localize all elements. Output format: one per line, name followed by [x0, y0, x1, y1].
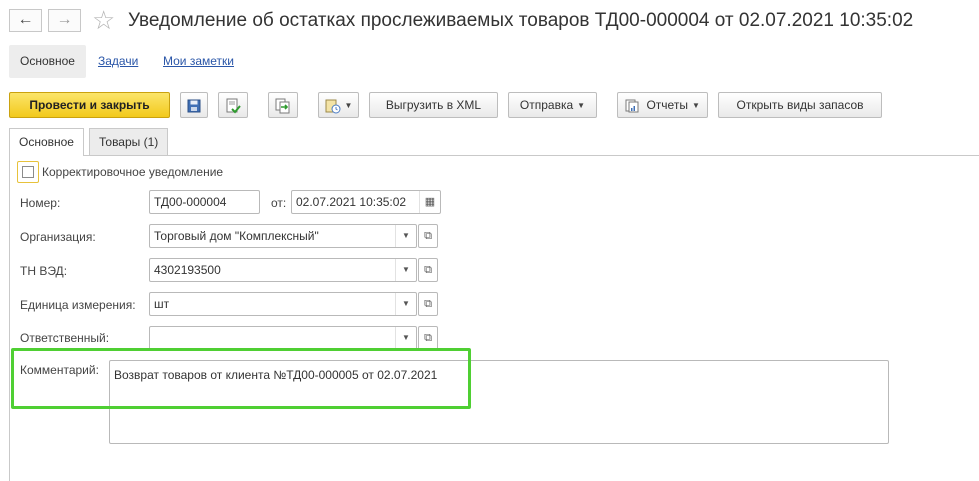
open-stock-types-button[interactable]: Открыть виды запасов: [718, 92, 882, 118]
forward-button[interactable]: →: [48, 9, 81, 32]
chevron-down-icon: ▼: [344, 100, 353, 110]
calendar-icon[interactable]: ▦: [419, 191, 440, 213]
star-icon[interactable]: ☆: [92, 6, 115, 34]
tnved-label: ТН ВЭД:: [20, 264, 68, 278]
chevron-down-icon[interactable]: ▼: [395, 293, 416, 315]
section-main[interactable]: Основное: [9, 45, 86, 78]
open-window-icon: ⧉: [424, 230, 432, 242]
open-organization-button[interactable]: ⧉: [418, 224, 438, 248]
post-document-icon: [226, 98, 241, 114]
back-button[interactable]: ←: [9, 9, 42, 32]
date-value: 02.07.2021 10:35:02: [296, 195, 407, 209]
documents-clock-icon: [325, 99, 341, 114]
tab-goods[interactable]: Товары (1): [89, 128, 169, 155]
organization-value: Торговый дом "Комплексный": [154, 229, 319, 243]
open-window-icon: ⧉: [424, 298, 432, 310]
tnved-value: 4302193500: [154, 263, 221, 277]
responsible-label: Ответственный:: [20, 331, 110, 345]
arrow-left-icon: ←: [17, 11, 34, 28]
chevron-down-icon: ▼: [691, 100, 700, 110]
unit-field[interactable]: шт ▼: [149, 292, 417, 316]
reports-label: Отчеты: [646, 98, 688, 112]
chevron-down-icon[interactable]: ▼: [395, 259, 416, 281]
corrective-checkbox[interactable]: [17, 161, 39, 183]
tab-main[interactable]: Основное: [9, 128, 84, 156]
create-based-on-button[interactable]: [268, 92, 298, 118]
report-icon: [625, 99, 639, 113]
organization-field[interactable]: Торговый дом "Комплексный" ▼: [149, 224, 417, 248]
panel-border: [9, 155, 10, 481]
tab-divider: [9, 155, 979, 156]
floppy-disk-icon: [187, 99, 201, 113]
page-title: Уведомление об остатках прослеживаемых т…: [128, 10, 914, 31]
arrow-right-icon: →: [56, 11, 73, 28]
unit-label: Единица измерения:: [20, 298, 136, 312]
date-field[interactable]: 02.07.2021 10:35:02 ▦: [291, 190, 441, 214]
date-label: от:: [271, 196, 287, 210]
send-label: Отправка: [519, 98, 574, 112]
number-label: Номер:: [20, 196, 61, 210]
tnved-field[interactable]: 4302193500 ▼: [149, 258, 417, 282]
save-button[interactable]: [180, 92, 208, 118]
comment-value: Возврат товаров от клиента №ТД00-000005 …: [114, 368, 438, 382]
section-tasks-link[interactable]: Задачи: [98, 54, 138, 68]
open-responsible-button[interactable]: ⧉: [418, 326, 438, 350]
comment-label: Комментарий:: [20, 363, 99, 377]
comment-textarea[interactable]: Возврат товаров от клиента №ТД00-000005 …: [109, 360, 889, 444]
chevron-down-icon[interactable]: ▼: [395, 225, 416, 247]
post-and-close-button[interactable]: Провести и закрыть: [9, 92, 170, 118]
open-unit-button[interactable]: ⧉: [418, 292, 438, 316]
reports-menu-button[interactable]: Отчеты ▼: [617, 92, 708, 118]
corrective-label: Корректировочное уведомление: [42, 165, 224, 179]
upload-xml-button[interactable]: Выгрузить в XML: [369, 92, 498, 118]
organization-label: Организация:: [20, 230, 96, 244]
unit-value: шт: [154, 297, 170, 311]
open-window-icon: ⧉: [424, 332, 432, 344]
related-documents-button[interactable]: ▼: [318, 92, 359, 118]
open-tnved-button[interactable]: ⧉: [418, 258, 438, 282]
number-value: ТД00-000004: [154, 195, 227, 209]
chevron-down-icon[interactable]: ▼: [395, 327, 416, 349]
post-button[interactable]: [218, 92, 248, 118]
responsible-field[interactable]: ▼: [149, 326, 417, 350]
copy-arrow-icon: [275, 98, 290, 114]
send-menu-button[interactable]: Отправка ▼: [508, 92, 597, 118]
open-window-icon: ⧉: [424, 264, 432, 276]
number-field[interactable]: ТД00-000004: [149, 190, 260, 214]
chevron-down-icon: ▼: [577, 100, 586, 110]
section-notes-link[interactable]: Мои заметки: [163, 54, 234, 68]
